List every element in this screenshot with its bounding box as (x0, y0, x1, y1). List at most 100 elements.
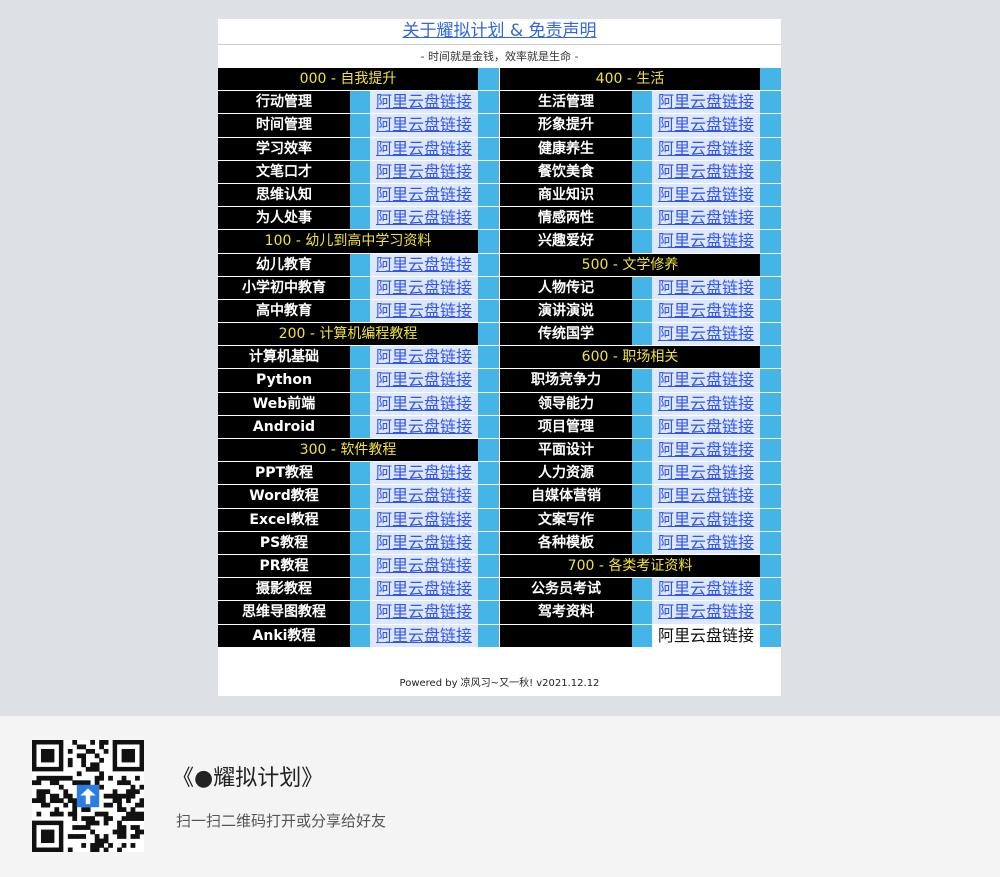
aliyun-drive-link[interactable]: 阿里云盘链接 (370, 253, 478, 276)
category-label: 摄影教程 (218, 578, 350, 601)
aliyun-drive-link[interactable]: 阿里云盘链接 (370, 91, 478, 114)
category-label: Anki教程 (218, 624, 350, 647)
page-title-link[interactable]: 关于耀拟计划 & 免责声明 (218, 19, 781, 45)
aliyun-drive-link[interactable]: 阿里云盘链接 (370, 299, 478, 323)
row-accent (760, 578, 781, 601)
aliyun-drive-link[interactable]: 阿里云盘链接 (652, 299, 760, 323)
aliyun-drive-link[interactable]: 阿里云盘链接 (652, 531, 760, 554)
aliyun-drive-link[interactable]: 阿里云盘链接 (370, 531, 478, 554)
aliyun-drive-link[interactable]: 阿里云盘链接 (370, 554, 478, 578)
row-accent (632, 137, 652, 160)
row-accent (478, 624, 499, 647)
category-label: 小学初中教育 (218, 276, 350, 299)
row-accent (632, 578, 652, 601)
aliyun-drive-link[interactable]: 阿里云盘链接 (652, 485, 760, 508)
qr-code-icon[interactable] (32, 740, 144, 852)
category-label: 思维导图教程 (218, 601, 350, 624)
aliyun-drive-link[interactable]: 阿里云盘链接 (370, 369, 478, 392)
aliyun-drive-link[interactable]: 阿里云盘链接 (652, 462, 760, 485)
aliyun-drive-link[interactable]: 阿里云盘链接 (370, 415, 478, 438)
aliyun-drive-link[interactable]: 阿里云盘链接 (370, 508, 478, 531)
category-label: 领导能力 (500, 392, 632, 415)
row-accent (760, 160, 781, 183)
aliyun-drive-link[interactable]: 阿里云盘链接 (652, 276, 760, 299)
category-label: Excel教程 (218, 508, 350, 531)
row-accent (632, 508, 652, 531)
row-accent (632, 531, 652, 554)
row-accent (478, 114, 499, 137)
table-row: Android 阿里云盘链接 (218, 415, 499, 439)
category-label: Python (218, 369, 350, 392)
table-row: 计算机基础 阿里云盘链接 (218, 346, 499, 370)
row-accent (632, 369, 652, 392)
category-label (500, 624, 632, 647)
section-accent (760, 554, 781, 578)
aliyun-drive-link[interactable]: 阿里云盘链接 (652, 207, 760, 230)
table-row: 领导能力 阿里云盘链接 (500, 392, 781, 416)
table-row: 为人处事 阿里云盘链接 (218, 207, 499, 231)
aliyun-drive-link[interactable]: 阿里云盘链接 (370, 346, 478, 369)
aliyun-drive-link[interactable]: 阿里云盘链接 (652, 369, 760, 392)
aliyun-drive-link[interactable]: 阿里云盘链接 (652, 415, 760, 438)
aliyun-drive-link[interactable]: 阿里云盘链接 (652, 578, 760, 601)
table-row: 餐饮美食 阿里云盘链接 (500, 160, 781, 184)
category-label: 人力资源 (500, 462, 632, 485)
row-accent (478, 276, 499, 299)
table-row: Python 阿里云盘链接 (218, 369, 499, 393)
aliyun-drive-link[interactable]: 阿里云盘链接 (370, 183, 478, 207)
aliyun-drive-link[interactable]: 阿里云盘链接 (652, 114, 760, 137)
aliyun-drive-link[interactable]: 阿里云盘链接 (652, 392, 760, 415)
row-accent (760, 369, 781, 392)
aliyun-drive-link[interactable]: 阿里云盘链接 (370, 578, 478, 601)
aliyun-drive-link[interactable]: 阿里云盘链接 (652, 230, 760, 253)
row-accent (632, 183, 652, 207)
row-accent (760, 531, 781, 554)
aliyun-drive-link[interactable]: 阿里云盘链接 (652, 508, 760, 531)
table-row: 形象提升 阿里云盘链接 (500, 114, 781, 138)
share-hint: 扫一扫二维码打开或分享给好友 (176, 812, 387, 830)
section-accent (478, 323, 499, 346)
aliyun-drive-link[interactable]: 阿里云盘链接 (370, 485, 478, 508)
aliyun-drive-link[interactable]: 阿里云盘链接 (652, 137, 760, 160)
section-header: 500 - 文学修养 (500, 253, 781, 277)
row-accent (760, 624, 781, 647)
aliyun-drive-link[interactable]: 阿里云盘链接 (652, 439, 760, 462)
section-title: 400 - 生活 (500, 68, 760, 91)
table-row: Word教程 阿里云盘链接 (218, 485, 499, 509)
table-row: PPT教程 阿里云盘链接 (218, 462, 499, 486)
category-label: PPT教程 (218, 462, 350, 485)
aliyun-drive-link[interactable]: 阿里云盘链接 (370, 114, 478, 137)
row-accent (632, 160, 652, 183)
row-accent (478, 415, 499, 438)
left-column: 000 - 自我提升 行动管理 阿里云盘链接 时间管理 阿里云盘链接 学习效率 阿里云盘链接… (218, 68, 499, 648)
aliyun-drive-link[interactable]: 阿里云盘链接 (652, 183, 760, 207)
row-accent (760, 415, 781, 438)
row-accent (350, 137, 370, 160)
aliyun-drive-link[interactable]: 阿里云盘链接 (652, 601, 760, 624)
row-accent (478, 253, 499, 276)
category-label: 各种模板 (500, 531, 632, 554)
aliyun-drive-link[interactable]: 阿里云盘链接 (652, 160, 760, 183)
table-row: 驾考资料 阿里云盘链接 (500, 601, 781, 625)
row-accent (632, 114, 652, 137)
table-row: 职场竞争力 阿里云盘链接 (500, 369, 781, 393)
aliyun-drive-link[interactable]: 阿里云盘链接 (652, 323, 760, 346)
section-header: 300 - 软件教程 (218, 439, 499, 463)
aliyun-drive-link[interactable]: 阿里云盘链接 (370, 601, 478, 624)
row-accent (760, 485, 781, 508)
aliyun-drive-link[interactable]: 阿里云盘链接 (370, 624, 478, 647)
row-accent (350, 91, 370, 114)
row-accent (478, 578, 499, 601)
category-label: 文笔口才 (218, 160, 350, 183)
row-accent (478, 346, 499, 369)
aliyun-drive-link[interactable]: 阿里云盘链接 (370, 392, 478, 415)
aliyun-drive-link[interactable]: 阿里云盘链接 (652, 91, 760, 114)
section-title: 500 - 文学修养 (500, 253, 760, 276)
row-accent (760, 207, 781, 230)
aliyun-drive-link[interactable]: 阿里云盘链接 (370, 160, 478, 183)
aliyun-drive-link[interactable]: 阿里云盘链接 (370, 462, 478, 485)
aliyun-drive-link[interactable]: 阿里云盘链接 (370, 276, 478, 299)
section-header: 200 - 计算机编程教程 (218, 323, 499, 347)
aliyun-drive-link[interactable]: 阿里云盘链接 (370, 137, 478, 160)
aliyun-drive-link[interactable]: 阿里云盘链接 (370, 207, 478, 230)
